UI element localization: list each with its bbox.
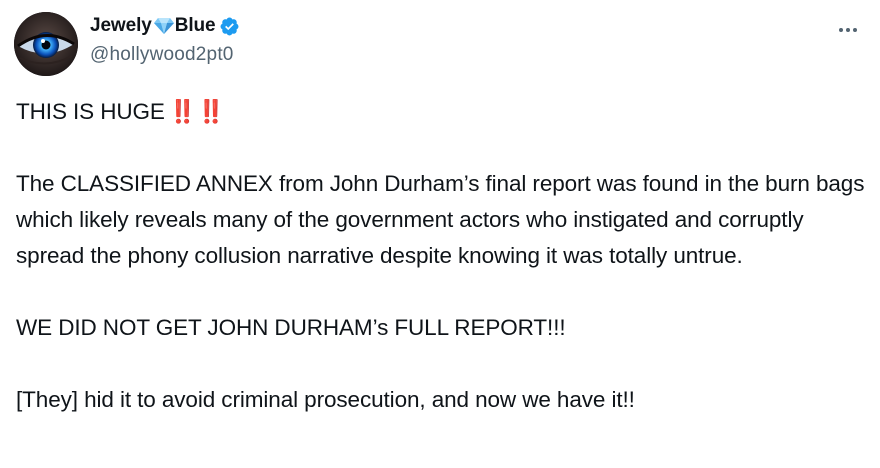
- double-exclamation-icon: ‼️ ‼️: [168, 99, 225, 124]
- avatar[interactable]: [14, 12, 78, 76]
- tweet-headline: THIS IS HUGE ‼️ ‼️: [16, 94, 866, 130]
- tweet: Jewely Blue @hollywood2pt0 THIS IS HUGE …: [0, 0, 880, 468]
- more-dot: [846, 28, 850, 32]
- tweet-paragraph-2: The CLASSIFIED ANNEX from John Durham’s …: [16, 171, 865, 268]
- verified-badge-icon[interactable]: [219, 16, 240, 37]
- author-info: Jewely Blue @hollywood2pt0: [90, 14, 240, 66]
- more-dot: [853, 28, 857, 32]
- display-name-row[interactable]: Jewely Blue: [90, 14, 240, 38]
- tweet-paragraph-4: [They] hid it to avoid criminal prosecut…: [16, 387, 635, 412]
- headline-text: THIS IS HUGE: [16, 99, 165, 124]
- more-horizontal-icon: [839, 28, 843, 32]
- avatar-eye-image: [14, 12, 78, 76]
- tweet-paragraph-3: WE DID NOT GET JOHN DURHAM’s FULL REPORT…: [16, 315, 566, 340]
- author-handle[interactable]: @hollywood2pt0: [90, 44, 240, 66]
- tweet-header: Jewely Blue @hollywood2pt0: [14, 12, 866, 76]
- display-name-part1[interactable]: Jewely: [90, 15, 152, 37]
- display-name-part2[interactable]: Blue: [175, 15, 216, 37]
- tweet-text: THIS IS HUGE ‼️ ‼️ The CLASSIFIED ANNEX f…: [16, 94, 866, 418]
- gem-stone-icon: [153, 17, 174, 35]
- more-options-button[interactable]: [836, 18, 860, 42]
